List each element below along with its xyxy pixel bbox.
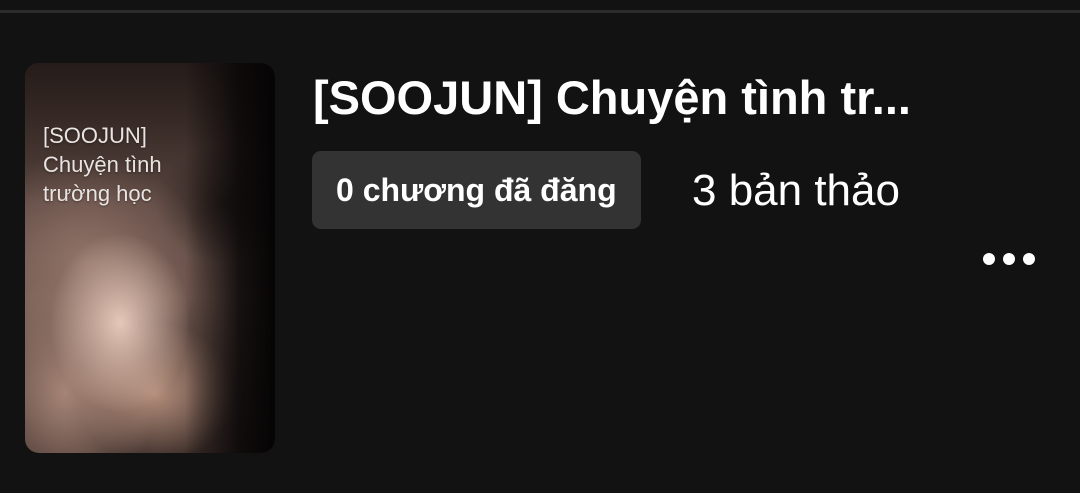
cover-title-line-1: [SOOJUN] (43, 123, 147, 148)
drafts-count: 3 bản thảo (692, 166, 900, 215)
story-list-item[interactable]: [SOOJUN] Chuyện tình trường học [SOOJUN]… (0, 13, 1080, 493)
cover-title-line-3: trường học (43, 181, 152, 206)
more-horizontal-icon-dot (1023, 253, 1035, 265)
cover-title-text: [SOOJUN] Chuyện tình trường học (43, 121, 243, 208)
more-horizontal-icon-dot (1003, 253, 1015, 265)
cover-title-line-2: Chuyện tình (43, 152, 162, 177)
more-horizontal-icon (983, 253, 995, 265)
more-options-button[interactable] (972, 241, 1046, 277)
published-chapters-badge: 0 chương đã đăng (312, 151, 641, 229)
story-cover-image[interactable]: [SOOJUN] Chuyện tình trường học (25, 63, 275, 453)
story-title[interactable]: [SOOJUN] Chuyện tình tr... (313, 70, 953, 126)
